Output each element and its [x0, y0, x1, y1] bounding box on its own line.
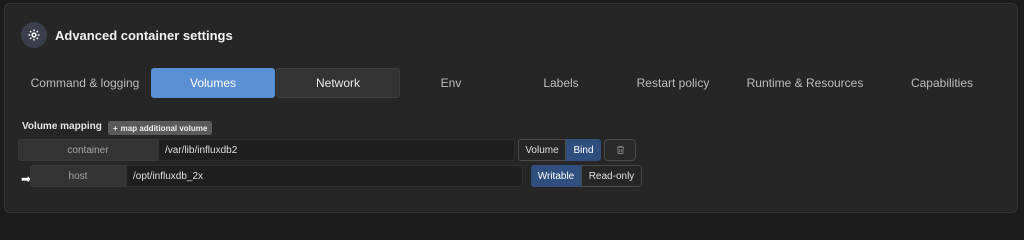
page-title: Advanced container settings: [55, 27, 233, 43]
advanced-settings-panel: Advanced container settings Command & lo…: [4, 3, 1018, 213]
container-path-input[interactable]: /var/lib/influxdb2: [158, 139, 515, 161]
volume-mapping-label: Volume mapping: [22, 121, 102, 132]
gear-icon: [21, 22, 47, 48]
settings-tabs: Command & logging Volumes Network Env La…: [19, 68, 1009, 98]
add-button-label: map additional volume: [120, 123, 208, 133]
host-label: host: [30, 165, 126, 187]
tab-env[interactable]: Env: [401, 68, 501, 98]
tab-network[interactable]: Network: [276, 68, 400, 98]
trash-icon: [616, 145, 624, 155]
tab-runtime-resources[interactable]: Runtime & Resources: [737, 68, 873, 98]
mode-writable-option[interactable]: Writable: [531, 165, 581, 187]
host-path-input[interactable]: /opt/influxdb_2x: [126, 165, 523, 187]
volume-type-volume-option[interactable]: Volume: [518, 139, 566, 161]
tab-command-logging[interactable]: Command & logging: [19, 68, 151, 98]
tab-capabilities[interactable]: Capabilities: [887, 68, 997, 98]
map-additional-volume-button[interactable]: + map additional volume: [108, 121, 213, 135]
plus-icon: +: [113, 123, 118, 133]
container-label: container: [18, 139, 158, 161]
tab-volumes[interactable]: Volumes: [151, 68, 275, 98]
volume-type-bind-option[interactable]: Bind: [566, 139, 601, 161]
tab-labels[interactable]: Labels: [511, 68, 611, 98]
tab-restart-policy[interactable]: Restart policy: [623, 68, 723, 98]
panel-header: Advanced container settings: [21, 22, 233, 48]
mode-read-only-option[interactable]: Read-only: [581, 165, 642, 187]
remove-volume-button[interactable]: [604, 139, 636, 161]
